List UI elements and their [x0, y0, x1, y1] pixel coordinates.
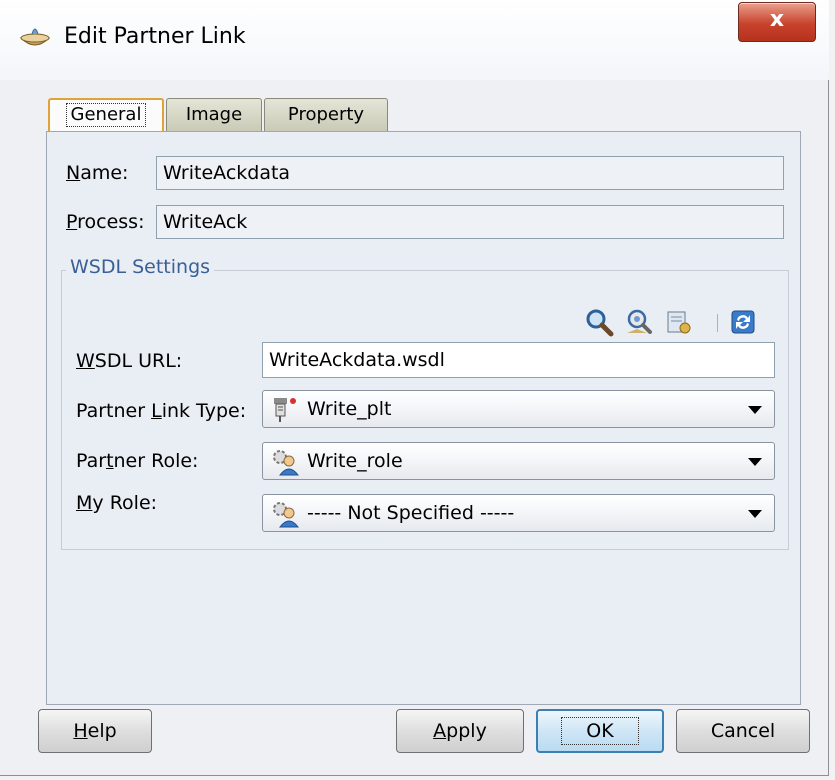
help-button[interactable]: Help [38, 709, 152, 753]
name-label: Name: [66, 162, 129, 184]
edit-partner-link-dialog: Edit Partner Link x General Image Proper… [0, 0, 829, 776]
title-bar: Edit Partner Link x [0, 0, 829, 80]
process-label: Process: [66, 211, 145, 233]
partner-role-label: Partner Role: [76, 450, 199, 472]
wsdl-settings-title: WSDL Settings [66, 256, 215, 278]
service-wizard-icon[interactable] [664, 307, 694, 337]
tab-general[interactable]: General [48, 98, 164, 134]
partner-link-type-icon [274, 398, 296, 422]
role-icon [273, 502, 299, 528]
browse-services-icon[interactable] [624, 307, 654, 337]
tab-image[interactable]: Image [166, 98, 262, 132]
ok-button[interactable]: OK [536, 709, 664, 753]
partner-link-icon [19, 28, 51, 46]
search-icon[interactable] [584, 307, 614, 337]
process-field: WriteAck [156, 205, 784, 239]
partner-role-select[interactable]: Write_role [262, 442, 775, 480]
toolbar-separator [717, 314, 718, 332]
cancel-button[interactable]: Cancel [676, 709, 810, 753]
chevron-down-icon [748, 458, 762, 466]
wsdl-url-label: WSDL URL: [76, 350, 183, 372]
apply-button[interactable]: Apply [396, 709, 524, 753]
tab-image-label: Image [185, 104, 243, 125]
dialog-title: Edit Partner Link [64, 24, 246, 49]
refresh-icon[interactable] [728, 307, 758, 337]
wsdl-url-field[interactable]: WriteAckdata.wsdl [262, 342, 775, 378]
tab-property[interactable]: Property [264, 98, 388, 132]
chevron-down-icon [748, 406, 762, 414]
close-icon: x [769, 7, 785, 32]
tab-general-label: General [65, 103, 147, 127]
my-role-select[interactable]: ----- Not Specified ----- [262, 494, 775, 532]
my-role-value: ----- Not Specified ----- [307, 502, 515, 524]
my-role-label: My Role: [76, 492, 158, 514]
tab-property-label: Property [287, 104, 365, 125]
role-icon [273, 450, 299, 476]
partner-link-type-value: Write_plt [307, 398, 392, 420]
partner-link-type-select[interactable]: Write_plt [262, 390, 775, 428]
name-field[interactable]: WriteAckdata [156, 156, 784, 190]
partner-link-type-label: Partner Link Type: [76, 400, 247, 422]
chevron-down-icon [748, 510, 762, 518]
close-button[interactable]: x [738, 2, 816, 42]
partner-role-value: Write_role [307, 450, 403, 472]
